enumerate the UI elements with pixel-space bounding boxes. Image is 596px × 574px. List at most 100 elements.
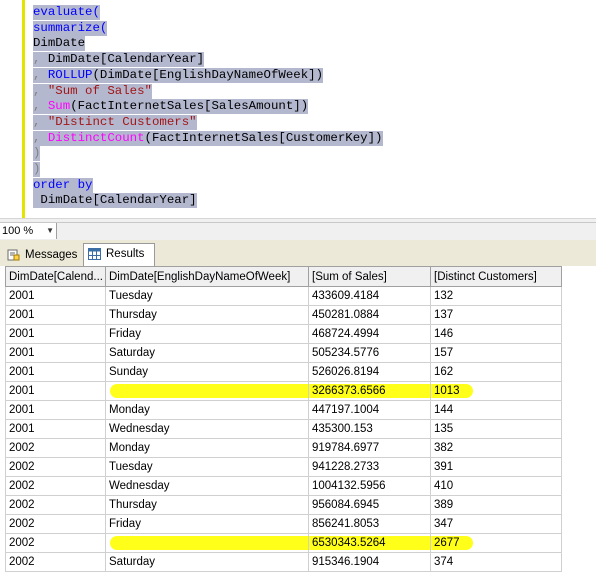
- code-line[interactable]: , Sum(FactInternetSales[SalesAmount]): [33, 99, 309, 115]
- tab-results[interactable]: Results: [83, 243, 155, 266]
- table-cell[interactable]: 162: [430, 362, 562, 382]
- table-cell[interactable]: Friday: [105, 324, 309, 344]
- table-cell[interactable]: 2002: [5, 552, 106, 572]
- zoom-dropdown[interactable]: 100 % ▼: [0, 223, 57, 239]
- code-line[interactable]: DimDate[CalendarYear]: [33, 193, 197, 209]
- table-cell[interactable]: 435300.153: [308, 419, 431, 439]
- chevron-down-icon[interactable]: ▼: [46, 223, 54, 239]
- table-cell[interactable]: 347: [430, 514, 562, 534]
- table-cell[interactable]: 6530343.5264: [308, 533, 431, 553]
- table-cell[interactable]: Thursday: [105, 495, 309, 515]
- table-cell[interactable]: 2002: [5, 457, 106, 477]
- cell-value: 2677: [434, 537, 460, 549]
- code-token: ,: [33, 67, 48, 82]
- results-grid[interactable]: DimDate[Calend... DimDate[EnglishDayName…: [5, 266, 562, 572]
- table-cell[interactable]: 956084.6945: [308, 495, 431, 515]
- table-cell[interactable]: 505234.5776: [308, 343, 431, 363]
- table-cell[interactable]: 856241.8053: [308, 514, 431, 534]
- table-cell[interactable]: 468724.4994: [308, 324, 431, 344]
- code-line[interactable]: , "Sum of Sales": [33, 83, 152, 99]
- table-row[interactable]: 2002 Friday 856241.8053 347: [5, 514, 562, 534]
- table-cell[interactable]: 915346.1904: [308, 552, 431, 572]
- table-cell[interactable]: 2001: [5, 343, 106, 363]
- table-cell[interactable]: 2002: [5, 533, 106, 553]
- query-editor[interactable]: evaluate(summarize(DimDate, DimDate[Cale…: [0, 0, 596, 223]
- table-cell[interactable]: 433609.4184: [308, 286, 431, 306]
- table-cell[interactable]: 2002: [5, 495, 106, 515]
- table-row[interactable]: 2001 Wednesday 435300.153 135: [5, 419, 562, 439]
- table-cell[interactable]: Wednesday: [105, 419, 309, 439]
- tab-messages[interactable]: Messages: [3, 245, 81, 265]
- table-cell[interactable]: 919784.6977: [308, 438, 431, 458]
- table-row[interactable]: 2001 Thursday 450281.0884 137: [5, 305, 562, 325]
- table-cell[interactable]: 137: [430, 305, 562, 325]
- table-row[interactable]: 2002 Saturday 915346.1904 374: [5, 552, 562, 572]
- table-cell[interactable]: 2001: [5, 400, 106, 420]
- table-cell[interactable]: 2002: [5, 438, 106, 458]
- table-cell[interactable]: 2001: [5, 286, 106, 306]
- table-row[interactable]: 2002 Wednesday 1004132.5956 410: [5, 476, 562, 496]
- table-cell[interactable]: Saturday: [105, 552, 309, 572]
- table-cell[interactable]: Friday: [105, 514, 309, 534]
- table-cell[interactable]: Thursday: [105, 305, 309, 325]
- table-row[interactable]: 2002 Tuesday 941228.2733 391: [5, 457, 562, 477]
- table-cell[interactable]: 526026.8194: [308, 362, 431, 382]
- code-line[interactable]: DimDate: [33, 36, 86, 52]
- table-cell[interactable]: 410: [430, 476, 562, 496]
- table-cell[interactable]: 132: [430, 286, 562, 306]
- table-cell[interactable]: 2001: [5, 324, 106, 344]
- code-line[interactable]: evaluate(: [33, 5, 100, 20]
- table-cell[interactable]: Saturday: [105, 343, 309, 363]
- table-cell[interactable]: 389: [430, 495, 562, 515]
- code-line[interactable]: , DimDate[CalendarYear]: [33, 52, 205, 68]
- table-cell[interactable]: 1013: [430, 381, 562, 401]
- table-cell[interactable]: Tuesday: [105, 286, 309, 306]
- table-cell[interactable]: Monday: [105, 438, 309, 458]
- table-cell[interactable]: 450281.0884: [308, 305, 431, 325]
- table-cell[interactable]: 1004132.5956: [308, 476, 431, 496]
- table-cell[interactable]: Sunday: [105, 362, 309, 382]
- table-cell[interactable]: 144: [430, 400, 562, 420]
- table-cell[interactable]: 157: [430, 343, 562, 363]
- column-header[interactable]: [Distinct Customers]: [430, 266, 562, 287]
- table-row[interactable]: 2002 Monday 919784.6977 382: [5, 438, 562, 458]
- table-row[interactable]: 2001 Monday 447197.1004 144: [5, 400, 562, 420]
- code-line[interactable]: summarize(: [33, 20, 108, 36]
- table-cell[interactable]: 941228.2733: [308, 457, 431, 477]
- code-line[interactable]: ): [33, 146, 41, 162]
- table-row[interactable]: 2001 Saturday 505234.5776 157: [5, 343, 562, 363]
- table-cell[interactable]: 3266373.6566: [308, 381, 431, 401]
- table-cell[interactable]: 2001: [5, 305, 106, 325]
- table-cell[interactable]: 135: [430, 419, 562, 439]
- table-row[interactable]: 2001 Tuesday 433609.4184 132: [5, 286, 562, 306]
- table-row[interactable]: 2002 Thursday 956084.6945 389: [5, 495, 562, 515]
- column-header[interactable]: DimDate[EnglishDayNameOfWeek]: [105, 266, 309, 287]
- code-line[interactable]: ): [33, 162, 41, 177]
- table-row[interactable]: 2001 Sunday 526026.8194 162: [5, 362, 562, 382]
- column-header[interactable]: [Sum of Sales]: [308, 266, 431, 287]
- table-cell[interactable]: 2002: [5, 476, 106, 496]
- table-cell[interactable]: 146: [430, 324, 562, 344]
- table-cell[interactable]: 2677: [430, 533, 562, 553]
- table-row[interactable]: 2002 6530343.5264 2677: [5, 533, 562, 553]
- table-cell[interactable]: 2001: [5, 419, 106, 439]
- table-row[interactable]: 2001 3266373.6566 1013: [5, 381, 562, 401]
- table-cell[interactable]: [105, 381, 309, 401]
- table-cell[interactable]: Tuesday: [105, 457, 309, 477]
- code-line[interactable]: , ROLLUP(DimDate[EnglishDayNameOfWeek]): [33, 67, 324, 83]
- code-line[interactable]: , DistinctCount(FactInternetSales[Custom…: [33, 130, 383, 146]
- table-row[interactable]: 2001 Friday 468724.4994 146: [5, 324, 562, 344]
- table-cell[interactable]: 447197.1004: [308, 400, 431, 420]
- code-line[interactable]: order by: [33, 177, 93, 193]
- column-header[interactable]: DimDate[Calend...: [5, 266, 106, 287]
- table-cell[interactable]: 2001: [5, 381, 106, 401]
- code-line[interactable]: , "Distinct Customers": [33, 114, 197, 130]
- table-cell[interactable]: 2001: [5, 362, 106, 382]
- table-cell[interactable]: 374: [430, 552, 562, 572]
- table-cell[interactable]: 391: [430, 457, 562, 477]
- table-cell[interactable]: 2002: [5, 514, 106, 534]
- table-cell[interactable]: 382: [430, 438, 562, 458]
- table-cell[interactable]: Monday: [105, 400, 309, 420]
- table-cell[interactable]: [105, 533, 309, 553]
- table-cell[interactable]: Wednesday: [105, 476, 309, 496]
